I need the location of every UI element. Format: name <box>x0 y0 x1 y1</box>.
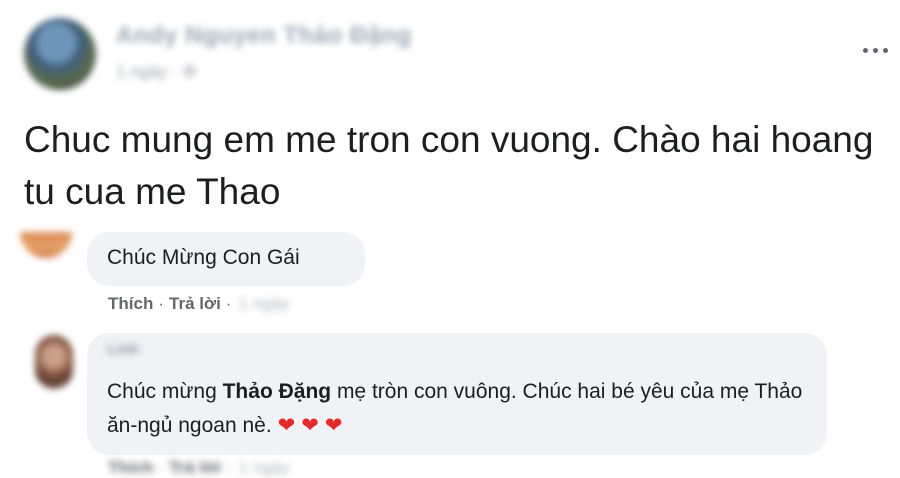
like-link[interactable]: Thích <box>108 294 153 314</box>
commenter-avatar[interactable] <box>20 232 72 258</box>
reply-link[interactable]: Trả lời <box>169 458 221 478</box>
post-text: Chuc mung em me tron con vuong. Chào hai… <box>24 119 874 212</box>
comment-actions: Thích · Trả lời · 1 ngày <box>108 294 290 314</box>
like-link[interactable]: Thích <box>108 458 153 478</box>
commenter-avatar[interactable] <box>35 335 73 389</box>
separator-dot: · <box>158 294 165 313</box>
comment-timestamp[interactable]: 1 ngày <box>238 294 289 314</box>
commenter-name[interactable]: Linh <box>107 341 139 358</box>
comment-text-start: Chúc mừng <box>107 380 223 403</box>
separator-dot: · <box>225 294 232 313</box>
comment-bubble: Linh Chúc mừng Thảo Đặng mẹ tròn con vuô… <box>87 333 827 455</box>
comment-actions: Thích · Trả lời · 1 ngày <box>108 458 290 478</box>
heart-emojis: ❤❤❤ <box>277 414 349 437</box>
comment-timestamp[interactable]: 1 ngày <box>238 458 289 478</box>
mention-link[interactable]: Thảo Đặng <box>223 380 332 403</box>
separator-dot: · <box>225 458 232 477</box>
more-options-icon[interactable] <box>858 40 892 60</box>
reply-link[interactable]: Trả lời <box>169 294 221 314</box>
author-avatar[interactable] <box>24 18 96 90</box>
author-name[interactable]: Andy Nguyen Thảo Đặng <box>116 22 412 50</box>
post-timestamp[interactable]: 1 ngày · ⚙ <box>116 62 197 82</box>
comment-bubble: Chúc Mừng Con Gái <box>87 232 365 286</box>
separator-dot: · <box>158 458 165 477</box>
comment-text: Chúc Mừng Con Gái <box>107 246 300 269</box>
comment-text: Chúc mừng Thảo Đặng mẹ tròn con vuông. C… <box>107 375 807 443</box>
